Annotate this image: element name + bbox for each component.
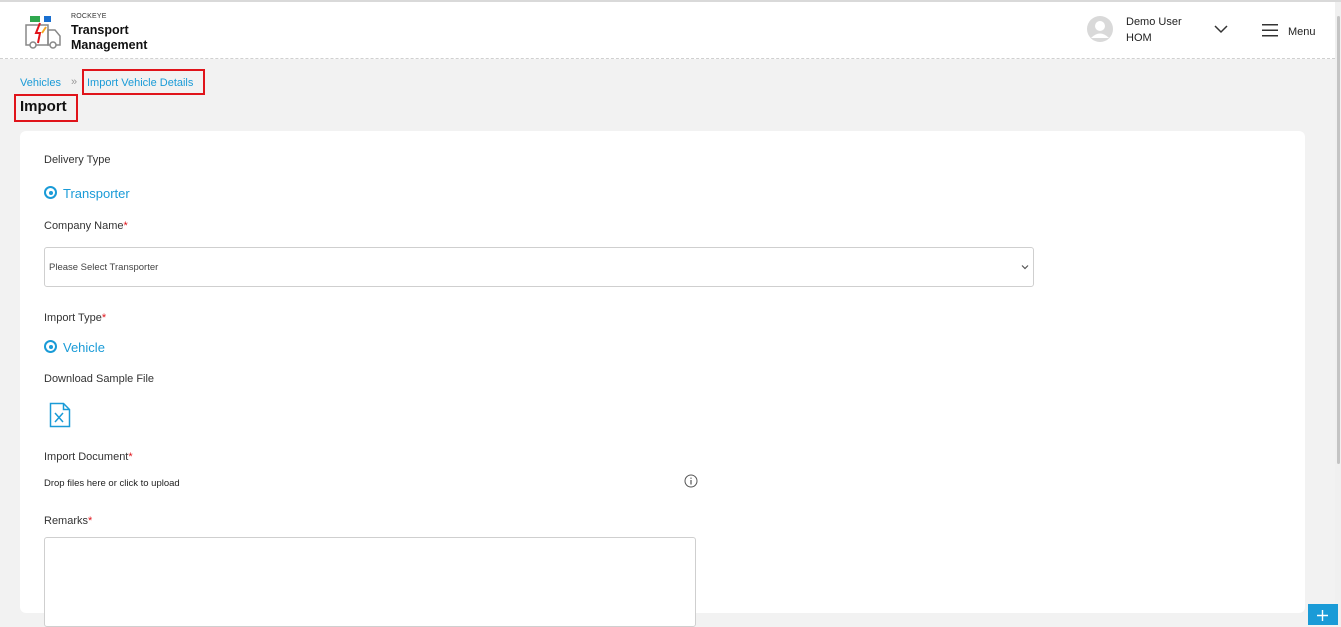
logo-icon [25, 16, 61, 49]
required-marker: * [101, 312, 107, 324]
add-button[interactable] [1308, 604, 1338, 625]
menu-label: Menu [1288, 26, 1316, 38]
delivery-type-radio-transporter[interactable] [44, 186, 57, 199]
delivery-type-label: Delivery Type [44, 154, 111, 166]
brand-title-line1: Transport [71, 23, 129, 37]
chevron-down-icon[interactable] [1214, 24, 1228, 34]
company-name-label: Company Name* [44, 220, 128, 232]
user-role: HOM [1126, 32, 1152, 44]
breadcrumb-separator-icon: » [71, 76, 78, 88]
import-type-radio-vehicle[interactable] [44, 340, 57, 353]
user-name: Demo User [1126, 16, 1182, 28]
company-name-label-text: Company Name [44, 220, 124, 232]
excel-file-icon[interactable] [49, 402, 71, 428]
download-sample-label: Download Sample File [44, 373, 155, 385]
scrollbar-thumb[interactable] [1337, 16, 1340, 464]
company-name-placeholder: Please Select Transporter [49, 262, 159, 273]
app-header: ROCKEYE Transport Management Demo User H… [0, 2, 1335, 59]
breadcrumb-vehicles[interactable]: Vehicles [20, 77, 61, 89]
required-marker: * [123, 220, 128, 232]
plus-icon [1317, 610, 1328, 621]
import-document-label: Import Document* [44, 451, 133, 463]
import-type-label: Import Type* [44, 312, 106, 324]
remarks-label: Remarks* [44, 515, 92, 527]
chevron-down-icon [1021, 265, 1029, 270]
brand-small-text: ROCKEYE [71, 13, 107, 20]
user-avatar-icon[interactable] [1086, 15, 1114, 43]
delivery-type-option-label[interactable]: Transporter [63, 186, 130, 201]
required-marker: * [128, 451, 133, 463]
remarks-textarea[interactable] [44, 537, 696, 627]
file-dropzone[interactable]: Drop files here or click to upload [44, 478, 180, 489]
remarks-label-text: Remarks [44, 515, 89, 527]
import-type-label-text: Import Type [44, 312, 102, 324]
company-name-select[interactable]: Please Select Transporter [44, 247, 1034, 287]
highlight-box-breadcrumb [82, 69, 205, 95]
hamburger-icon [1262, 24, 1278, 37]
import-type-option-label[interactable]: Vehicle [63, 340, 105, 355]
menu-button[interactable]: Menu [1262, 22, 1326, 42]
highlight-box-title [14, 94, 78, 122]
import-document-label-text: Import Document [44, 451, 129, 463]
brand-title-line2: Management [71, 38, 148, 52]
required-marker: * [88, 515, 93, 527]
info-icon[interactable] [684, 474, 698, 488]
